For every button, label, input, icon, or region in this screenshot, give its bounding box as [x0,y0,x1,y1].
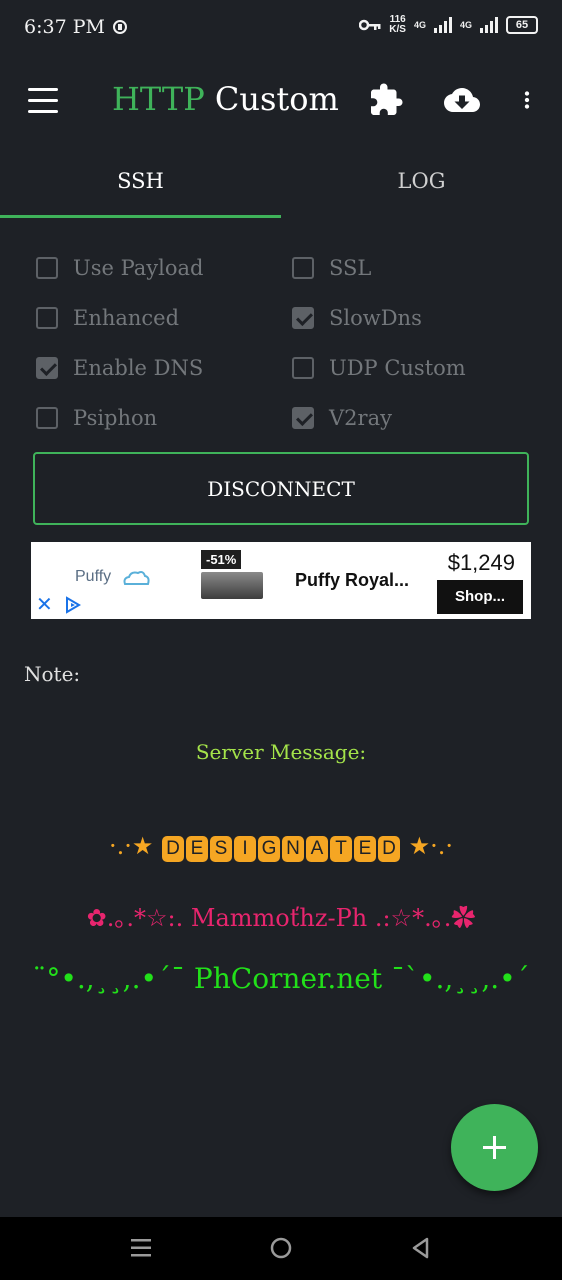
letter-tile: D [162,836,184,862]
tab-indicator [0,215,281,218]
app-title-http: HTTP [112,80,205,118]
ad-product-image [201,572,263,599]
data-saver-icon [113,20,127,34]
option-psiphon[interactable]: Psiphon [36,402,157,434]
option-use-payload[interactable]: Use Payload [36,252,203,284]
checkbox[interactable] [36,257,58,279]
app-bar: HTTP Custom [0,56,562,144]
checkbox[interactable] [292,257,314,279]
nav-back-icon[interactable] [408,1235,434,1261]
tab-ssh[interactable]: SSH [0,144,281,218]
checkbox[interactable] [36,307,58,329]
letter-tile: S [210,836,232,862]
ad-discount-badge: -51% [201,550,242,569]
server-message-line-2: ✿.｡.*☆:. Mammoťhz-Ph .:☆*.｡.✿ [86,904,476,932]
checkbox-checked[interactable] [292,407,314,429]
option-label: UDP Custom [329,356,466,380]
letter-tile: E [186,836,208,862]
letter-tile: T [330,836,352,862]
ad-choices-icon[interactable] [63,595,83,615]
option-label: SlowDns [329,306,422,330]
designated-suffix: ★·.· [408,832,454,860]
letter-tile: D [378,836,400,862]
letter-tile: I [234,836,256,862]
nav-menu-icon[interactable] [128,1235,154,1261]
option-slowdns[interactable]: SlowDns [292,302,422,334]
status-time: 6:37 PM [24,16,105,38]
option-v2ray[interactable]: V2ray [292,402,392,434]
speed-unit: K/S [389,24,406,35]
network-speed: 116 K/S [389,15,406,35]
signal-1-icon [433,17,452,33]
vpn-key-icon [359,19,381,31]
status-bar: 6:37 PM 116 K/S 4G 4G 65 [0,0,562,56]
ad-title[interactable]: Puffy Royal... [295,570,409,591]
option-label: SSL [329,256,372,280]
option-label: V2ray [329,406,392,430]
ad-price: $1,249 [447,550,515,575]
letter-tile: G [258,836,280,862]
option-label: Psiphon [73,406,158,430]
app-title: HTTP Custom [112,80,339,118]
tab-log[interactable]: LOG [281,144,562,218]
network-type-2: 4G [459,20,472,30]
option-label: Enable DNS [73,356,204,380]
option-enable-dns[interactable]: Enable DNS [36,352,203,384]
ad-shop-button[interactable]: Shop... [437,580,523,614]
checkbox[interactable] [292,357,314,379]
more-vert-icon[interactable] [514,82,540,118]
checkbox-checked[interactable] [292,307,314,329]
battery-icon: 65 [506,16,538,34]
tab-bar: SSH LOG [0,144,562,218]
letter-tile: A [306,836,328,862]
nav-home-icon[interactable] [268,1235,294,1261]
option-udp-custom[interactable]: UDP Custom [292,352,466,384]
cloud-logo-icon [123,571,150,585]
network-type-1: 4G [413,20,426,30]
ad-banner[interactable]: Puffy -51% Puffy Royal... $1,249 Shop...… [31,542,531,619]
option-label: Use Payload [73,256,204,280]
menu-icon[interactable] [26,88,60,114]
designated-prefix: ·.·★ [108,832,154,860]
option-ssl[interactable]: SSL [292,252,371,284]
server-message-line-3: ¨°•.,¸¸,.•´¯ PhCorner.net ¯`•.,¸¸,.•´ [32,962,530,995]
letter-tile: E [354,836,376,862]
ad-close-icon[interactable]: ✕ [36,592,53,617]
signal-2-icon [480,17,498,33]
server-message-line-1: ·.·★ DESIGNATED ★·.· [0,832,562,862]
checkbox-checked[interactable] [36,357,58,379]
ad-brand: Puffy [75,568,112,585]
option-label: Enhanced [73,306,180,330]
note-label: Note: [24,662,81,686]
server-message-heading: Server Message: [195,740,367,764]
checkbox[interactable] [36,407,58,429]
status-indicators: 116 K/S 4G 4G 65 [359,15,538,35]
system-nav-bar [0,1217,562,1280]
extension-icon[interactable] [368,82,404,118]
app-title-custom: Custom [214,80,339,118]
cloud-download-icon[interactable] [442,82,482,118]
letter-tile: N [282,836,304,862]
disconnect-button[interactable]: DISCONNECT [33,452,529,525]
option-enhanced[interactable]: Enhanced [36,302,179,334]
add-icon[interactable] [451,1104,538,1191]
